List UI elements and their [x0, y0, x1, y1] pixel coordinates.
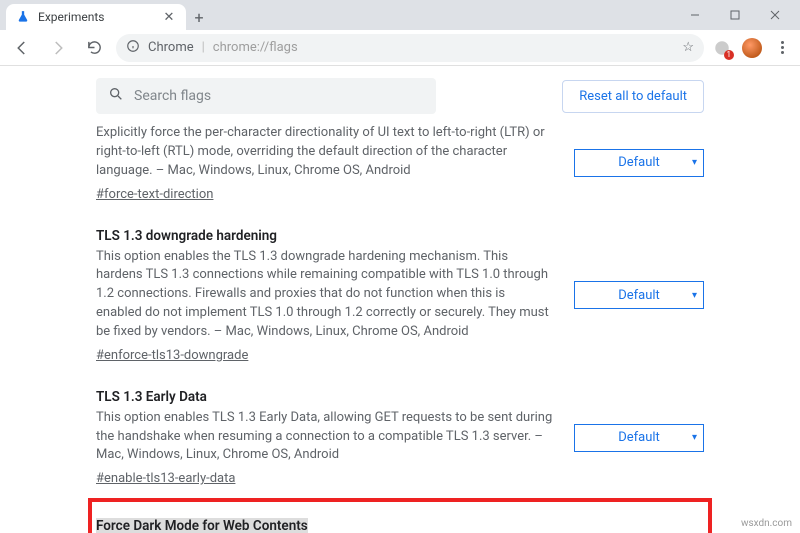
flag-item: Explicitly force the per-character direc…	[96, 124, 704, 216]
flask-icon	[16, 10, 30, 24]
flag-dropdown[interactable]: Default ▾	[574, 281, 704, 309]
new-tab-button[interactable]: +	[186, 4, 212, 30]
flag-hash-link[interactable]: #enable-tls13-early-data	[96, 471, 235, 486]
flag-list: Explicitly force the per-character direc…	[0, 124, 800, 533]
browser-tab[interactable]: Experiments ✕	[6, 4, 186, 30]
chevron-down-icon: ▾	[692, 290, 697, 301]
back-button[interactable]	[8, 34, 36, 62]
flag-title: TLS 1.3 Early Data	[96, 389, 554, 405]
flag-select-value: Default	[618, 155, 660, 170]
info-icon	[126, 39, 140, 57]
toolbar: Chrome | chrome://flags ☆ 1	[0, 30, 800, 66]
forward-button[interactable]	[44, 34, 72, 62]
flag-item: TLS 1.3 downgrade hardening This option …	[96, 216, 704, 377]
flag-description: Explicitly force the per-character direc…	[96, 124, 554, 181]
flag-item-highlighted: Force Dark Mode for Web Contents Automat…	[96, 500, 704, 533]
flag-title: Force Dark Mode for Web Contents	[96, 518, 554, 533]
page-content: Search flags Reset all to default Explic…	[0, 66, 800, 533]
flag-hash-link[interactable]: #force-text-direction	[96, 187, 213, 202]
omnibox-url: chrome://flags	[213, 40, 298, 55]
extension-icon-1[interactable]: 1	[712, 38, 732, 58]
flag-title: TLS 1.3 downgrade hardening	[96, 228, 554, 244]
flag-description: This option enables the TLS 1.3 downgrad…	[96, 248, 554, 342]
maximize-icon[interactable]	[716, 2, 754, 28]
omnibox-prefix: Chrome	[148, 40, 194, 55]
extension-icons: 1	[712, 38, 792, 58]
reset-all-button[interactable]: Reset all to default	[562, 80, 704, 113]
window-controls	[676, 0, 794, 30]
reload-button[interactable]	[80, 34, 108, 62]
flag-select-value: Default	[618, 288, 660, 303]
flag-dropdown[interactable]: Default ▾	[574, 424, 704, 452]
tab-title: Experiments	[38, 10, 154, 24]
chevron-down-icon: ▾	[692, 432, 697, 443]
flags-header: Search flags Reset all to default	[0, 66, 800, 124]
flag-item: TLS 1.3 Early Data This option enables T…	[96, 377, 704, 501]
notification-badge: 1	[724, 50, 735, 60]
search-flags-input[interactable]: Search flags	[96, 78, 436, 114]
minimize-icon[interactable]	[676, 2, 714, 28]
close-window-icon[interactable]	[756, 2, 794, 28]
profile-avatar[interactable]	[742, 38, 762, 58]
watermark: wsxdn.com	[741, 518, 792, 529]
browser-menu-button[interactable]	[772, 38, 792, 58]
search-icon	[108, 86, 124, 106]
close-tab-icon[interactable]: ✕	[162, 10, 176, 24]
titlebar: Experiments ✕ +	[0, 0, 800, 30]
flag-select-value: Default	[618, 430, 660, 445]
flag-dropdown[interactable]: Default ▾	[574, 149, 704, 177]
flag-hash-link[interactable]: #enforce-tls13-downgrade	[96, 348, 248, 363]
bookmark-star-icon[interactable]: ☆	[682, 40, 694, 55]
flag-description: This option enables TLS 1.3 Early Data, …	[96, 409, 554, 466]
omnibox-separator: |	[202, 40, 205, 55]
search-placeholder: Search flags	[134, 88, 211, 104]
address-bar[interactable]: Chrome | chrome://flags ☆	[116, 34, 704, 62]
chevron-down-icon: ▾	[692, 157, 697, 168]
avatar-icon	[742, 38, 762, 58]
